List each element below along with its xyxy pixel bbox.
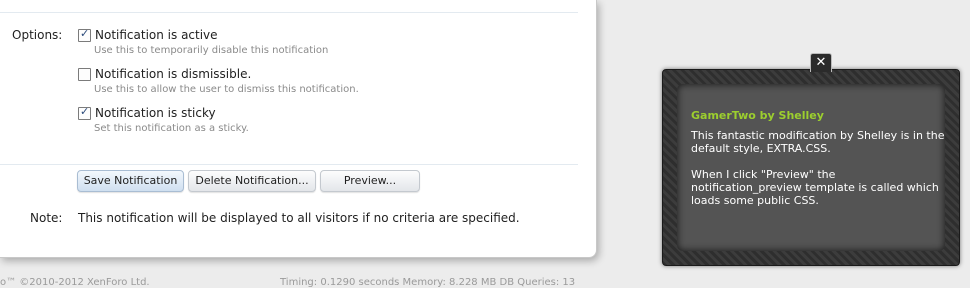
active-checkbox[interactable]	[78, 27, 91, 42]
divider	[0, 12, 578, 13]
notification-form-panel: Options: Notification is active Use this…	[0, 0, 597, 258]
notice-content: GamerTwo by Shelley This fantastic modif…	[677, 84, 945, 251]
note-label: Note:	[30, 211, 63, 225]
dismissible-option-label[interactable]: Notification is dismissible.	[95, 67, 251, 81]
notice-body: This fantastic modification by Shelley i…	[691, 129, 945, 207]
notice-paragraph: When I click "Preview" the notification_…	[691, 168, 939, 207]
dismissible-option-hint: Use this to allow the user to dismiss th…	[94, 84, 359, 95]
active-option-hint: Use this to temporarily disable this not…	[94, 45, 329, 56]
footer-copyright: o™ ©2010-2012 XenForo Ltd.	[0, 277, 150, 288]
footer-timing: Timing: 0.1290 seconds Memory: 8.228 MB …	[280, 277, 576, 288]
sticky-checkbox[interactable]	[78, 105, 91, 120]
notice-title: GamerTwo by Shelley	[691, 109, 824, 122]
notice-paragraph: This fantastic modification by Shelley i…	[691, 129, 945, 155]
preview-button[interactable]: Preview...	[320, 170, 420, 192]
close-icon[interactable]: ✕	[810, 53, 832, 72]
notification-preview: GamerTwo by Shelley This fantastic modif…	[662, 69, 960, 266]
sticky-option-hint: Set this notification as a sticky.	[94, 123, 249, 134]
sticky-option-label[interactable]: Notification is sticky	[95, 106, 216, 120]
note-text: This notification will be displayed to a…	[78, 211, 520, 225]
active-option-label[interactable]: Notification is active	[95, 28, 218, 42]
save-notification-button[interactable]: Save Notification	[77, 170, 184, 192]
dismissible-checkbox[interactable]	[78, 68, 91, 81]
delete-notification-button[interactable]: Delete Notification...	[188, 170, 316, 192]
options-label: Options:	[12, 28, 63, 42]
divider	[0, 164, 578, 165]
